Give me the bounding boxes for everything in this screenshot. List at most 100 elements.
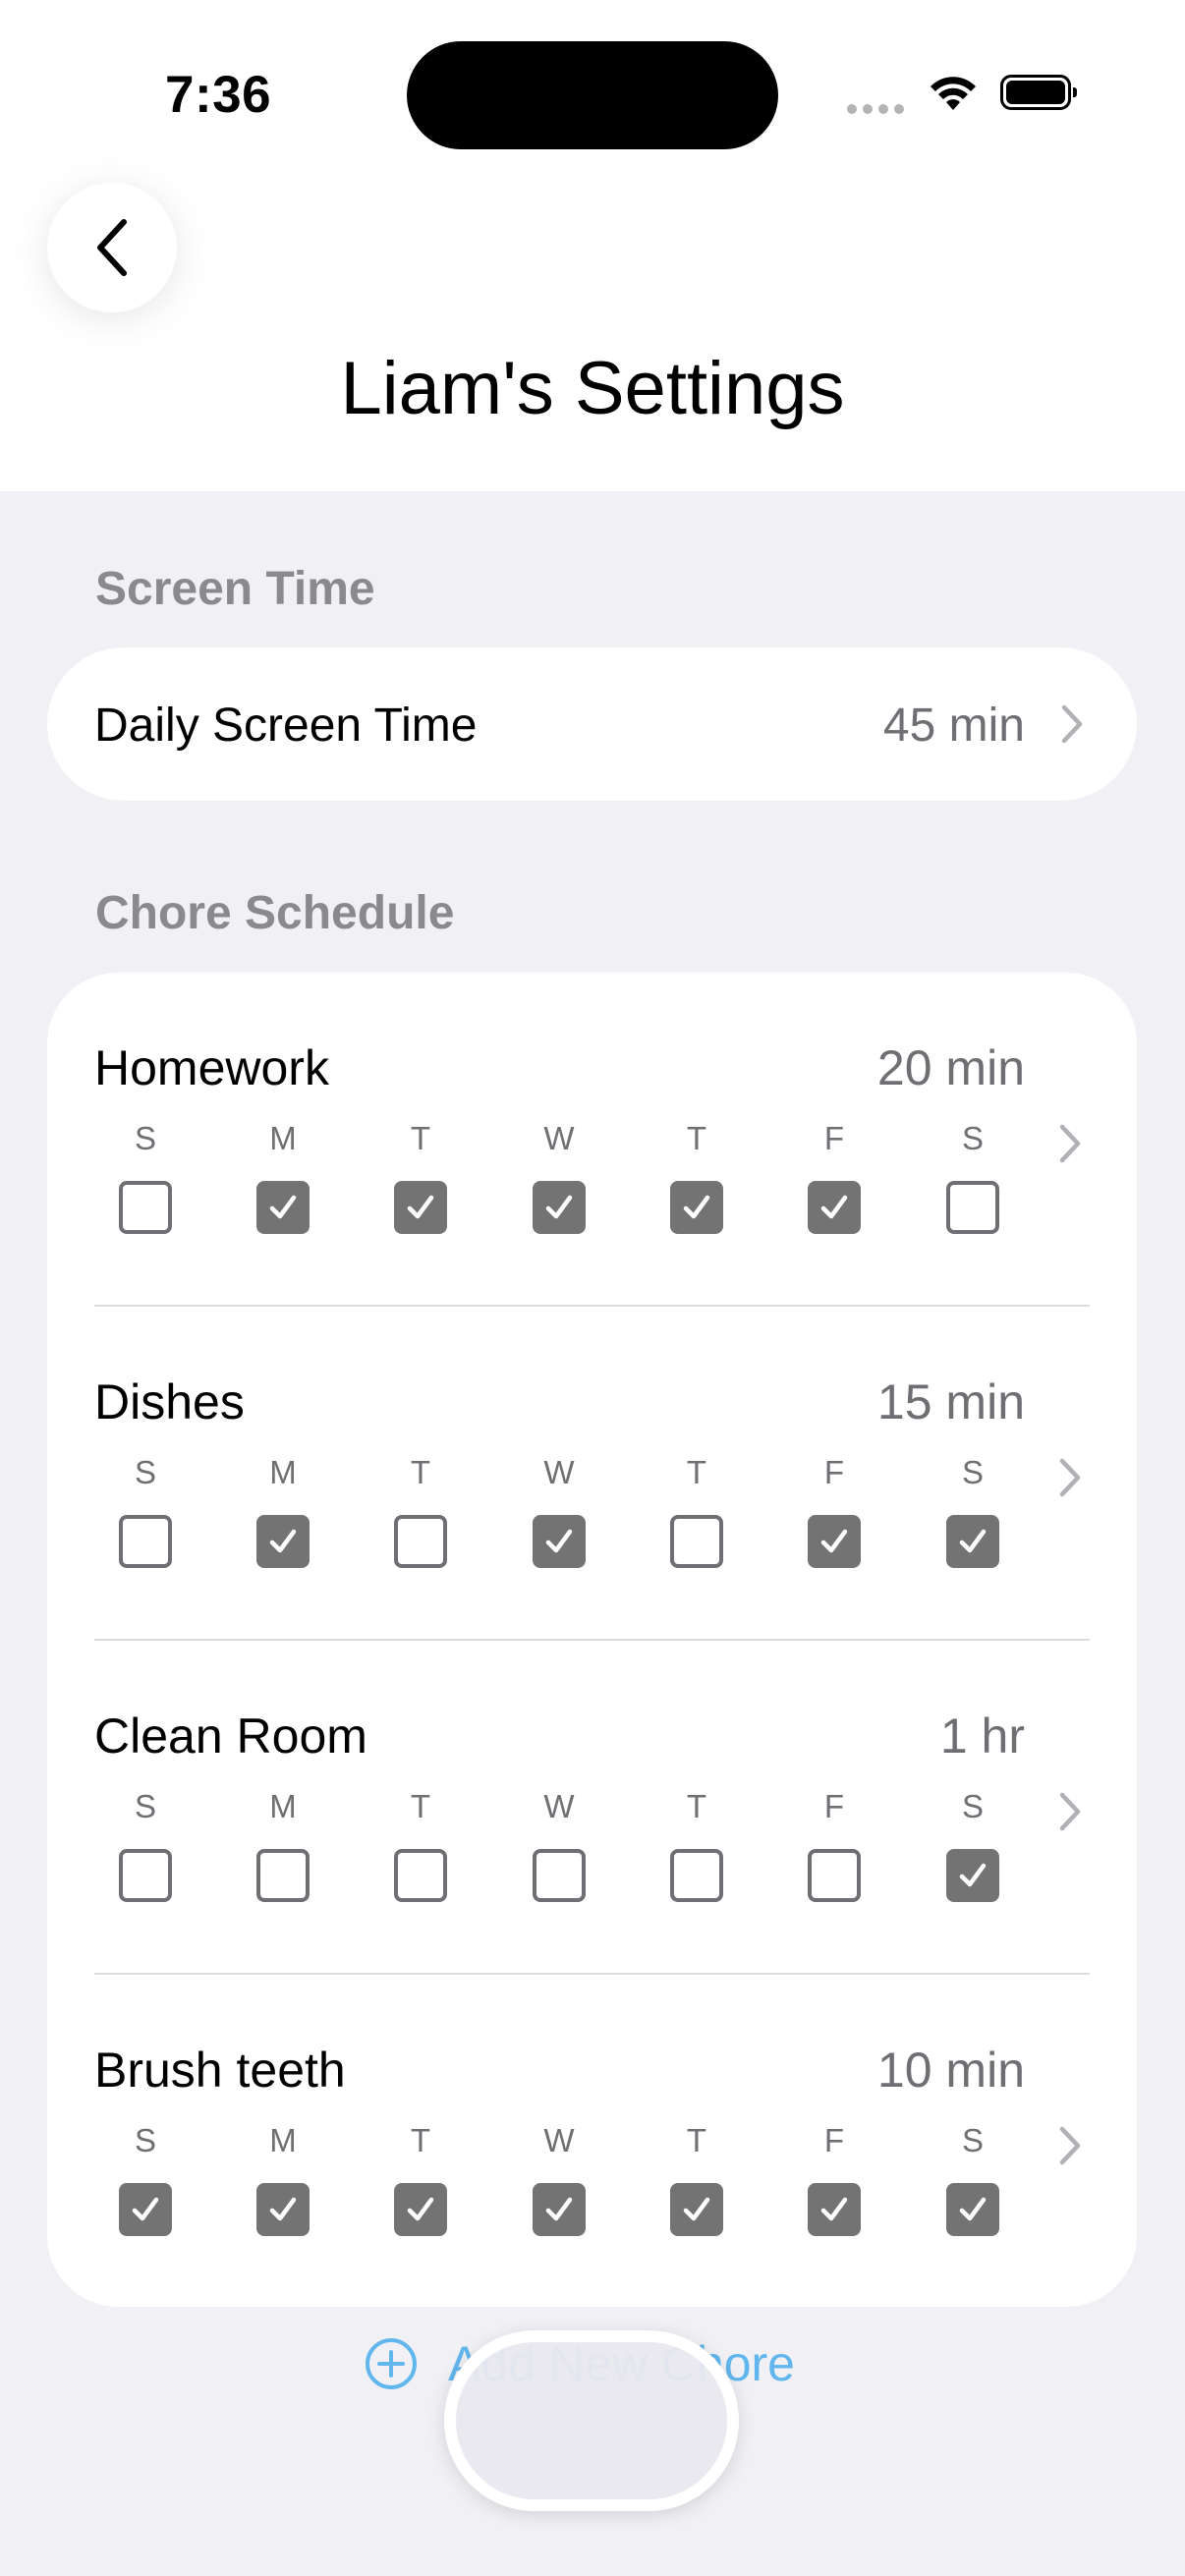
daily-screen-time-row[interactable]: Daily Screen Time 45 min: [47, 647, 1137, 801]
day-checkbox[interactable]: [394, 1849, 447, 1902]
daily-screen-time-label: Daily Screen Time: [94, 700, 478, 752]
checkmark-icon: [820, 1529, 848, 1553]
battery-icon: [1000, 75, 1077, 110]
status-time: 7:36: [165, 66, 272, 124]
day-checkbox[interactable]: [946, 2183, 999, 2236]
back-button[interactable]: [47, 183, 177, 312]
plus-circle-icon: [366, 2338, 417, 2389]
chore-duration: 20 min: [876, 1040, 1025, 1095]
day-letter: M: [269, 2122, 297, 2158]
day-checkbox[interactable]: [256, 1181, 310, 1234]
day-checkbox[interactable]: [533, 1515, 586, 1568]
wifi-icon: [931, 77, 976, 110]
checkmark-icon: [269, 1195, 297, 1219]
settings-screen: 7:36 Liam's Settings Screen Time Daily S…: [0, 0, 1185, 2576]
day-checkbox[interactable]: [808, 1181, 861, 1234]
chore-name: Dishes: [94, 1374, 245, 1429]
chore-schedule-card: Homework 20 min S M T W T F S Dishes 15 min S M T W T F S…: [47, 973, 1137, 2307]
chore-duration: 15 min: [876, 1374, 1025, 1429]
checkmark-icon: [683, 2197, 710, 2221]
day-checkbox[interactable]: [256, 2183, 310, 2236]
chore-row[interactable]: Dishes 15 min S M T W T F S: [47, 1307, 1137, 1641]
day-checkbox[interactable]: [119, 1181, 172, 1234]
chore-name: Brush teeth: [94, 2043, 346, 2098]
day-checkbox[interactable]: [808, 1849, 861, 1902]
day-letter: F: [823, 1120, 845, 1156]
chevron-right-icon: [1059, 1124, 1081, 1163]
day-checkbox[interactable]: [670, 1181, 723, 1234]
day-checkbox[interactable]: [808, 2183, 861, 2236]
header: 7:36 Liam's Settings: [0, 0, 1185, 491]
checkmark-icon: [545, 1529, 573, 1553]
day-letter: T: [410, 1120, 431, 1156]
day-checkbox[interactable]: [946, 1181, 999, 1234]
day-checkbox[interactable]: [394, 1181, 447, 1234]
checkmark-icon: [959, 1529, 987, 1553]
day-letter: M: [269, 1454, 297, 1490]
checkmark-icon: [407, 1195, 434, 1219]
checkmark-icon: [545, 2197, 573, 2221]
day-letter: T: [686, 1120, 707, 1156]
day-checkbox[interactable]: [119, 2183, 172, 2236]
day-letter: T: [410, 1788, 431, 1824]
dynamic-island: [407, 41, 778, 149]
cellular-signal-icon: [847, 104, 904, 114]
day-letter: T: [686, 1788, 707, 1824]
chevron-right-icon: [1059, 1458, 1081, 1497]
checkmark-icon: [683, 1195, 710, 1219]
chevron-right-icon: [1059, 1792, 1081, 1831]
day-checkbox[interactable]: [808, 1515, 861, 1568]
day-checkbox[interactable]: [670, 2183, 723, 2236]
checkmark-icon: [132, 2197, 159, 2221]
chore-duration: 1 hr: [939, 1708, 1025, 1764]
chevron-right-icon: [1059, 2126, 1081, 2165]
checkmark-icon: [959, 1863, 987, 1887]
day-letter: T: [410, 2122, 431, 2158]
day-letter: T: [410, 1454, 431, 1490]
day-checkbox[interactable]: [533, 2183, 586, 2236]
chore-duration: 10 min: [876, 2043, 1025, 2098]
day-checkbox[interactable]: [670, 1849, 723, 1902]
day-letter: W: [543, 1454, 575, 1490]
day-letter: F: [823, 1788, 845, 1824]
day-letter: M: [269, 1120, 297, 1156]
day-letter: S: [134, 1788, 156, 1824]
day-letter: F: [823, 1454, 845, 1490]
chore-row[interactable]: Clean Room 1 hr S M T W T F S: [47, 1641, 1137, 1975]
checkmark-icon: [407, 2197, 434, 2221]
chevron-right-icon: [1061, 704, 1083, 744]
day-letter: W: [543, 1120, 575, 1156]
day-letter: S: [961, 2122, 984, 2158]
day-letter: S: [134, 2122, 156, 2158]
day-checkbox[interactable]: [256, 1515, 310, 1568]
day-checkbox[interactable]: [533, 1181, 586, 1234]
day-letter: F: [823, 2122, 845, 2158]
day-letter: W: [543, 2122, 575, 2158]
checkmark-icon: [269, 1529, 297, 1553]
day-letter: S: [961, 1454, 984, 1490]
day-checkbox[interactable]: [256, 1849, 310, 1902]
day-checkbox[interactable]: [533, 1849, 586, 1902]
checkmark-icon: [820, 1195, 848, 1219]
checkmark-icon: [545, 1195, 573, 1219]
floating-action-pill[interactable]: [444, 2330, 739, 2511]
day-checkbox[interactable]: [119, 1515, 172, 1568]
chore-row[interactable]: Homework 20 min S M T W T F S: [47, 973, 1137, 1307]
day-checkbox[interactable]: [670, 1515, 723, 1568]
day-letter: S: [134, 1120, 156, 1156]
day-letter: S: [961, 1788, 984, 1824]
day-letter: S: [134, 1454, 156, 1490]
day-letter: M: [269, 1788, 297, 1824]
day-letter: T: [686, 1454, 707, 1490]
day-checkbox[interactable]: [946, 1515, 999, 1568]
screen-time-section-label: Screen Time: [95, 563, 375, 615]
page-title: Liam's Settings: [340, 347, 845, 430]
day-checkbox[interactable]: [946, 1849, 999, 1902]
day-letter: T: [686, 2122, 707, 2158]
day-checkbox[interactable]: [394, 2183, 447, 2236]
checkmark-icon: [959, 2197, 987, 2221]
chore-schedule-section-label: Chore Schedule: [95, 887, 455, 939]
day-checkbox[interactable]: [394, 1515, 447, 1568]
chore-row[interactable]: Brush teeth 10 min S M T W T F S: [47, 1975, 1137, 2309]
day-checkbox[interactable]: [119, 1849, 172, 1902]
